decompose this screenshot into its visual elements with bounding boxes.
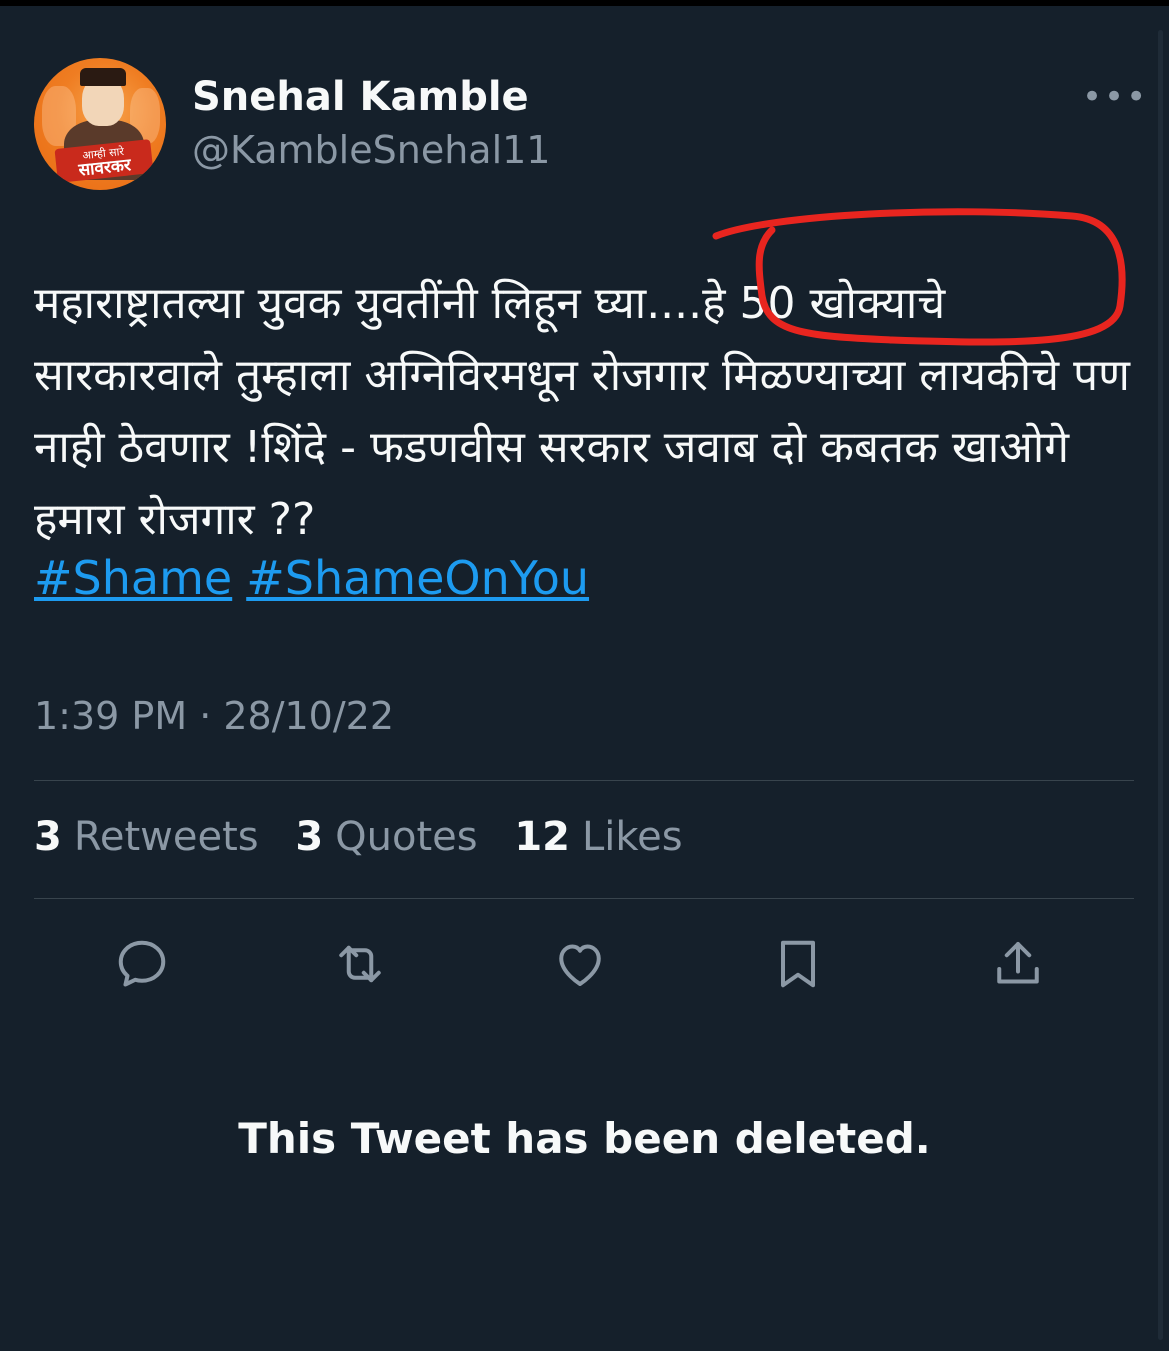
author-name[interactable]: Snehal Kamble [192, 74, 529, 120]
deleted-notice: This Tweet has been deleted. [238, 1114, 931, 1163]
like-icon[interactable] [550, 934, 610, 994]
divider [34, 898, 1134, 899]
engagement-stats: 3 Retweets 3 Quotes 12 Likes [34, 814, 707, 860]
hashtag-link[interactable]: #ShameOnYou [246, 551, 589, 605]
quotes-stat[interactable]: 3 Quotes [295, 814, 477, 860]
hashtag-link[interactable]: #Shame [34, 551, 232, 605]
red-circle-annotation [712, 208, 1126, 346]
tweet-timestamp[interactable]: 1:39 PM · 28/10/22 [34, 694, 394, 738]
retweet-icon[interactable] [330, 934, 390, 994]
likes-stat[interactable]: 12 Likes [514, 814, 682, 860]
bookmark-icon[interactable] [768, 934, 828, 994]
author-handle[interactable]: @KambleSnehal11 [192, 128, 550, 172]
avatar[interactable]: आम्ही सारे सावरकर [34, 58, 166, 190]
hashtags: #Shame #ShameOnYou [34, 548, 603, 608]
reply-icon[interactable] [112, 934, 172, 994]
retweets-stat[interactable]: 3 Retweets [34, 814, 259, 860]
share-icon[interactable] [988, 934, 1048, 994]
avatar-cap [80, 68, 126, 86]
divider [34, 780, 1134, 781]
top-bar [0, 0, 1169, 6]
more-options-icon[interactable]: ••• [1082, 80, 1148, 114]
